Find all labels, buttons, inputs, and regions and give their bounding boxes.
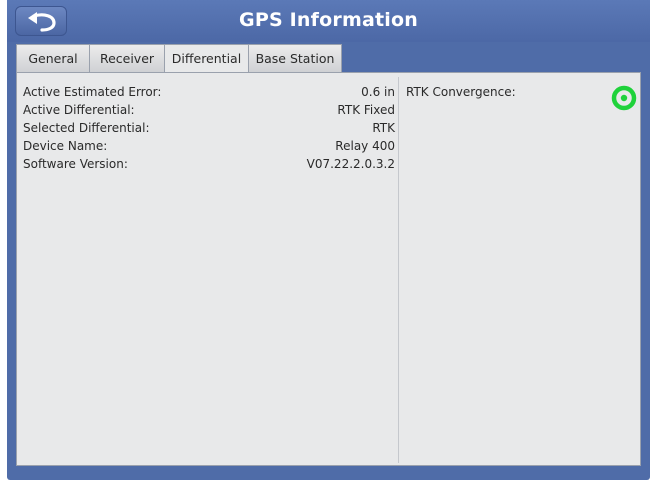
gps-information-window: GPS Information General Receiver Differe…: [7, 0, 650, 480]
tab-differential[interactable]: Differential: [164, 44, 249, 75]
row-label: Active Estimated Error:: [23, 85, 162, 99]
column-divider: [398, 77, 399, 463]
row-label: Device Name:: [23, 139, 108, 153]
rtk-convergence-label: RTK Convergence:: [406, 85, 516, 99]
window-title: GPS Information: [239, 9, 418, 31]
row-software-version: Software Version: V07.22.2.0.3.2: [23, 155, 395, 173]
green-ring-icon: [611, 85, 637, 111]
row-selected-differential: Selected Differential: RTK: [23, 119, 395, 137]
row-value: V07.22.2.0.3.2: [306, 157, 395, 171]
tab-base-station[interactable]: Base Station: [248, 44, 342, 72]
row-value: RTK Fixed: [337, 103, 395, 117]
row-value: Relay 400: [335, 139, 395, 153]
row-label: Software Version:: [23, 157, 128, 171]
row-value: RTK: [372, 121, 395, 135]
row-active-differential: Active Differential: RTK Fixed: [23, 101, 395, 119]
title-bar: GPS Information: [7, 0, 650, 42]
tab-general[interactable]: General: [16, 44, 90, 72]
row-label: Active Differential:: [23, 103, 135, 117]
row-active-estimated-error: Active Estimated Error: 0.6 in: [23, 83, 395, 101]
row-label: Selected Differential:: [23, 121, 150, 135]
back-button[interactable]: [15, 6, 67, 36]
back-arrow-icon: [28, 12, 56, 32]
row-value: 0.6 in: [361, 85, 395, 99]
tab-receiver[interactable]: Receiver: [89, 44, 165, 72]
row-device-name: Device Name: Relay 400: [23, 137, 395, 155]
differential-panel: Active Estimated Error: 0.6 in Active Di…: [16, 72, 641, 466]
